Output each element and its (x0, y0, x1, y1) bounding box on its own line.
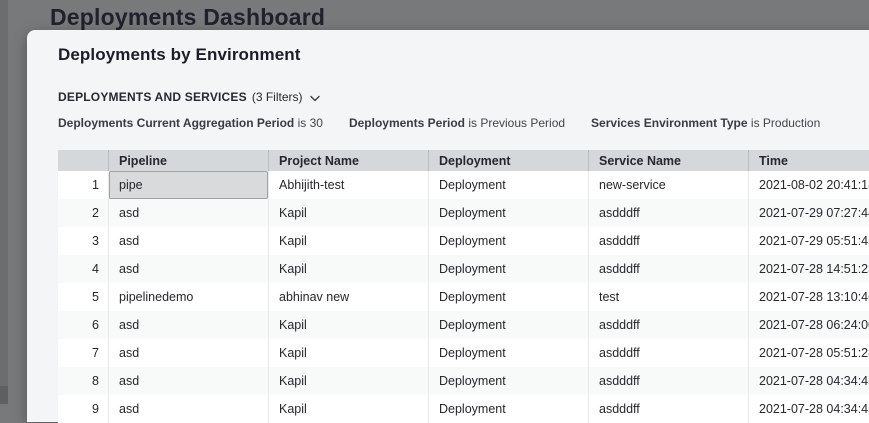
cell-deployment[interactable]: Deployment (428, 199, 588, 227)
table-row: 9asdKapilDeploymentasdddff2021-07-28 04:… (58, 395, 869, 423)
table-body: 1pipeAbhijith-testDeploymentnew-service2… (58, 171, 869, 423)
deployments-by-environment-dialog: Deployments by Environment DEPLOYMENTS A… (27, 30, 869, 422)
row-number: 9 (58, 395, 108, 423)
cell-service-name[interactable]: asdddff (588, 339, 748, 367)
deployments-table: PipelineProject NameDeploymentService Na… (58, 150, 869, 423)
cell-service-name[interactable]: asdddff (588, 311, 748, 339)
active-filters: Deployments Current Aggregation Period i… (58, 116, 820, 130)
cell-pipeline[interactable]: asd (108, 199, 268, 227)
table-row: 4asdKapilDeploymentasdddff2021-07-28 14:… (58, 255, 869, 283)
cell-service-name[interactable]: asdddff (588, 199, 748, 227)
cell-pipeline[interactable]: asd (108, 367, 268, 395)
cell-pipeline[interactable]: pipe (108, 171, 268, 199)
row-number: 6 (58, 311, 108, 339)
cell-deployment[interactable]: Deployment (428, 311, 588, 339)
column-header-project-name: Project Name (268, 150, 428, 171)
cell-pipeline[interactable]: asd (108, 255, 268, 283)
column-header-time: Time (748, 150, 869, 171)
cell-deployment[interactable]: Deployment (428, 171, 588, 199)
filter-count-label: (3 Filters) (252, 90, 303, 104)
cell-project-name[interactable]: Kapil (268, 339, 428, 367)
cell-service-name[interactable]: asdddff (588, 227, 748, 255)
cell-time[interactable]: 2021-07-28 05:51:28 (748, 339, 869, 367)
cell-pipeline[interactable]: asd (108, 395, 268, 423)
table-row: 2asdKapilDeploymentasdddff2021-07-29 07:… (58, 199, 869, 227)
cell-pipeline[interactable]: asd (108, 227, 268, 255)
cell-project-name[interactable]: Kapil (268, 255, 428, 283)
cell-pipeline[interactable]: asd (108, 339, 268, 367)
row-number: 5 (58, 283, 108, 311)
cell-service-name[interactable]: test (588, 283, 748, 311)
cell-project-name[interactable]: Kapil (268, 395, 428, 423)
table-header-row: PipelineProject NameDeploymentService Na… (58, 150, 869, 171)
cell-service-name[interactable]: asdddff (588, 395, 748, 423)
column-header-service-name: Service Name (588, 150, 748, 171)
table-row: 6asdKapilDeploymentasdddff2021-07-28 06:… (58, 311, 869, 339)
cell-time[interactable]: 2021-07-29 05:51:45 (748, 227, 869, 255)
filter-group-label: DEPLOYMENTS AND SERVICES (58, 90, 247, 104)
page-left-edge (0, 0, 8, 404)
cell-time[interactable]: 2021-07-28 04:34:45 (748, 367, 869, 395)
table-row: 7asdKapilDeploymentasdddff2021-07-28 05:… (58, 339, 869, 367)
cell-project-name[interactable]: Abhijith-test (268, 171, 428, 199)
cell-project-name[interactable]: abhinav new (268, 283, 428, 311)
filter-deployments-period: Deployments Period is Previous Period (349, 116, 565, 130)
cell-time[interactable]: 2021-07-28 06:24:00 (748, 311, 869, 339)
dialog-title: Deployments by Environment (58, 45, 301, 65)
cell-service-name[interactable]: asdddff (588, 255, 748, 283)
table-row: 1pipeAbhijith-testDeploymentnew-service2… (58, 171, 869, 199)
row-number: 8 (58, 367, 108, 395)
row-number: 1 (58, 171, 108, 199)
cell-time[interactable]: 2021-07-29 07:27:44 (748, 199, 869, 227)
cell-project-name[interactable]: Kapil (268, 199, 428, 227)
row-number: 3 (58, 227, 108, 255)
filter-environment-type: Services Environment Type is Production (591, 116, 820, 130)
cell-deployment[interactable]: Deployment (428, 227, 588, 255)
cell-time[interactable]: 2021-07-28 04:34:45 (748, 395, 869, 423)
cell-deployment[interactable]: Deployment (428, 255, 588, 283)
cell-time[interactable]: 2021-07-28 13:10:46 (748, 283, 869, 311)
row-number: 4 (58, 255, 108, 283)
cell-deployment[interactable]: Deployment (428, 339, 588, 367)
chevron-down-icon (310, 91, 320, 105)
cell-pipeline[interactable]: asd (108, 311, 268, 339)
filter-group-toggle[interactable]: DEPLOYMENTS AND SERVICES (3 Filters) (58, 89, 320, 105)
page-title: Deployments Dashboard (50, 4, 325, 31)
cell-project-name[interactable]: Kapil (268, 311, 428, 339)
cell-time[interactable]: 2021-08-02 20:41:18 (748, 171, 869, 199)
cell-time[interactable]: 2021-07-28 14:51:23 (748, 255, 869, 283)
filter-aggregation-period: Deployments Current Aggregation Period i… (58, 116, 323, 130)
cell-service-name[interactable]: new-service (588, 171, 748, 199)
cell-project-name[interactable]: Kapil (268, 367, 428, 395)
column-header-pipeline: Pipeline (108, 150, 268, 171)
table-row: 3asdKapilDeploymentasdddff2021-07-29 05:… (58, 227, 869, 255)
table-row: 8asdKapilDeploymentasdddff2021-07-28 04:… (58, 367, 869, 395)
page-left-edge-bottom (0, 386, 8, 404)
row-number-column-header (58, 150, 108, 171)
row-number: 2 (58, 199, 108, 227)
cell-deployment[interactable]: Deployment (428, 283, 588, 311)
cell-pipeline[interactable]: pipelinedemo (108, 283, 268, 311)
cell-deployment[interactable]: Deployment (428, 395, 588, 423)
table-row: 5pipelinedemoabhinav newDeploymenttest20… (58, 283, 869, 311)
row-number: 7 (58, 339, 108, 367)
cell-deployment[interactable]: Deployment (428, 367, 588, 395)
column-header-deployment: Deployment (428, 150, 588, 171)
cell-project-name[interactable]: Kapil (268, 227, 428, 255)
cell-service-name[interactable]: asdddff (588, 367, 748, 395)
